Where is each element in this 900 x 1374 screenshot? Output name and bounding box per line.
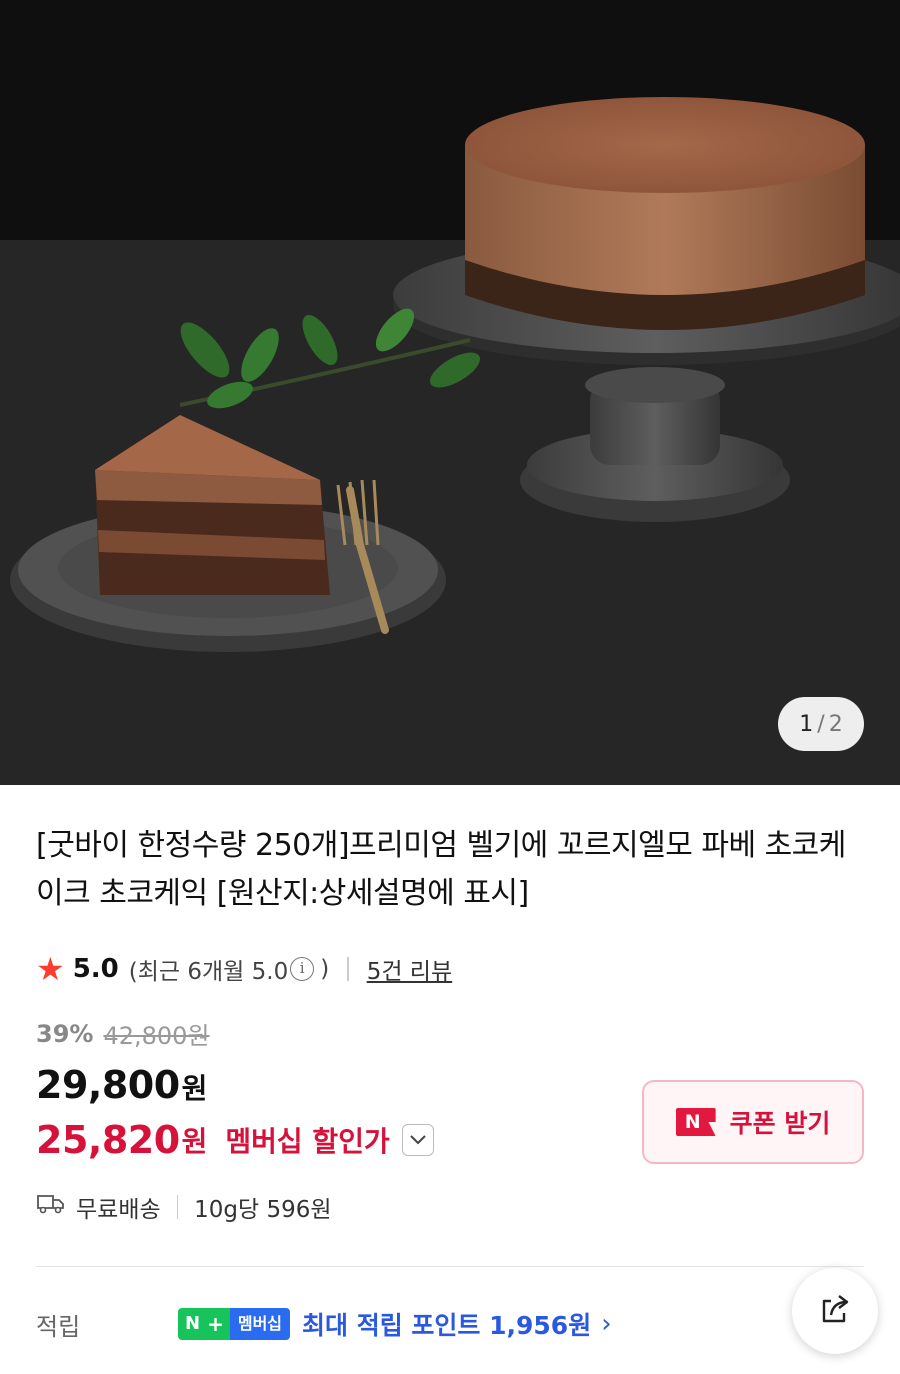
page-separator: / <box>817 711 825 737</box>
original-price: 42,800원 <box>103 1022 210 1050</box>
free-shipping-label: 무료배송 <box>76 1197 161 1223</box>
coupon-label: 쿠폰 받기 <box>729 1109 831 1138</box>
recent-rating: (최근 6개월 5.0 <box>128 959 289 985</box>
shipping-row: 무료배송 10g당 596원 <box>36 1190 332 1224</box>
share-button[interactable] <box>792 1268 878 1354</box>
current-page: 1 <box>799 711 814 737</box>
share-icon <box>817 1291 853 1331</box>
points-label: 적립 <box>36 1312 81 1341</box>
total-pages: 2 <box>828 711 843 737</box>
product-image <box>0 0 900 785</box>
review-count-link[interactable]: 5건 리뷰 <box>367 952 452 986</box>
divider <box>347 957 349 981</box>
rating-row: ★ 5.0 (최근 6개월 5.0 i ) 5건 리뷰 <box>36 950 452 988</box>
sale-price-value: 29,800 <box>36 1063 180 1107</box>
get-coupon-button[interactable]: N 쿠폰 받기 <box>642 1080 864 1164</box>
discount-percent: 39% <box>36 1019 94 1048</box>
membership-price-unit: 원 <box>181 1125 208 1158</box>
sale-price-unit: 원 <box>181 1072 208 1105</box>
max-points-text: 최대 적립 포인트 1,956원 <box>302 1311 592 1340</box>
unit-price: 10g당 596원 <box>194 1197 332 1223</box>
star-icon: ★ <box>36 950 65 988</box>
badge-plus: + <box>207 1308 230 1340</box>
discount-row: 39% 42,800원 <box>36 1016 210 1051</box>
divider <box>176 1195 179 1219</box>
product-image-gallery[interactable]: 1 / 2 <box>0 0 900 785</box>
image-page-counter: 1 / 2 <box>778 697 864 751</box>
rating-score: 5.0 <box>72 954 119 984</box>
sale-price: 29,800원 <box>36 1063 207 1107</box>
membership-price-label: 멤버십 할인가 <box>225 1125 390 1158</box>
section-divider <box>36 1266 864 1267</box>
chevron-right-icon: › <box>601 1309 612 1339</box>
badge-membership: 멤버십 <box>229 1308 291 1340</box>
product-title: [굿바이 한정수량 250개]프리미엄 벨기에 꼬르지엘모 파베 초코케이크 초… <box>36 828 846 911</box>
naver-coupon-icon: N <box>675 1108 716 1136</box>
truck-icon <box>36 1193 66 1221</box>
info-icon[interactable]: i <box>290 957 315 981</box>
recent-rating-close: ) <box>320 956 330 982</box>
chevron-down-icon[interactable] <box>401 1124 434 1156</box>
naver-plus-membership-badge: N + 멤버십 <box>178 1308 291 1340</box>
badge-n: N <box>178 1308 208 1340</box>
membership-price-value: 25,820 <box>36 1118 180 1162</box>
membership-price-row: 25,820 원 멤버십 할인가 <box>36 1118 434 1162</box>
points-row[interactable]: 적립 N + 멤버십 최대 적립 포인트 1,956원 › <box>36 1306 612 1342</box>
